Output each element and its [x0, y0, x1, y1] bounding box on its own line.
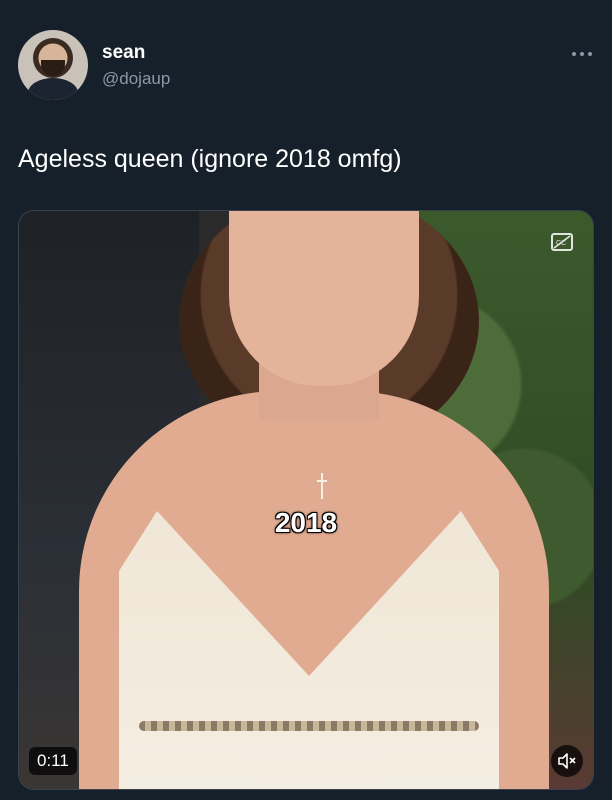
more-dot — [588, 52, 592, 56]
author-display-name[interactable]: sean — [102, 42, 170, 64]
video-dress-belt — [139, 721, 479, 731]
volume-muted-icon[interactable] — [551, 745, 583, 777]
tweet-text: Ageless queen (ignore 2018 omfg) — [18, 145, 402, 173]
video-overlay-text: 2018 — [274, 507, 338, 538]
cross-necklace — [317, 473, 327, 499]
video-person-face — [229, 211, 419, 386]
video-player[interactable]: 2018 CC 0:11 — [18, 210, 594, 790]
author-handle[interactable]: @dojaup — [102, 68, 170, 90]
closed-captions-off-icon[interactable]: CC — [551, 233, 573, 251]
more-dot — [580, 52, 584, 56]
more-dot — [572, 52, 576, 56]
more-horizontal-icon[interactable] — [570, 48, 594, 60]
avatar[interactable] — [18, 30, 88, 100]
avatar-shirt — [28, 78, 78, 100]
author-info[interactable]: sean @dojaup — [102, 42, 170, 90]
video-duration-badge: 0:11 — [29, 747, 77, 775]
avatar-beard — [41, 60, 65, 76]
tweet-header: sean @dojaup — [18, 30, 594, 100]
